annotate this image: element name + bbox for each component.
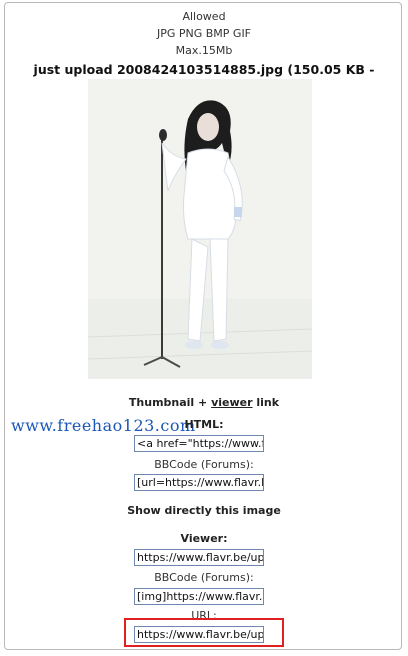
allowed-label: Allowed	[182, 10, 226, 23]
allowed-formats: JPG PNG BMP GIF	[156, 27, 252, 40]
html-code-input[interactable]: <a href="https://www.flavr.be/	[134, 435, 264, 452]
thumbnail-viewer-link-row: Thumbnail + viewer link	[0, 391, 408, 410]
link-label: link	[252, 396, 280, 409]
bbcode-direct-label: BBCode (Forums):	[154, 571, 254, 584]
bbcode-direct-input[interactable]: [img]https://www.flavr.be/	[134, 588, 264, 605]
thumbnail-label: Thumbnail +	[128, 396, 212, 409]
photo-illustration	[88, 79, 312, 379]
url-highlight-box	[124, 618, 284, 647]
viewer-link[interactable]: viewer	[211, 396, 252, 409]
viewer-url-input[interactable]: https://www.flavr.be/uploads/	[134, 549, 264, 566]
uploaded-image-thumbnail[interactable]	[88, 79, 312, 379]
html-label: HTML:	[184, 418, 224, 431]
show-directly-title: Show directly this image	[127, 504, 281, 517]
max-size-label: Max.15Mb	[175, 44, 233, 57]
viewer-label: Viewer:	[180, 532, 228, 545]
bbcode-thumbnail-input[interactable]: [url=https://www.flavr.be/	[134, 474, 264, 491]
bbcode-label: BBCode (Forums):	[154, 458, 254, 471]
